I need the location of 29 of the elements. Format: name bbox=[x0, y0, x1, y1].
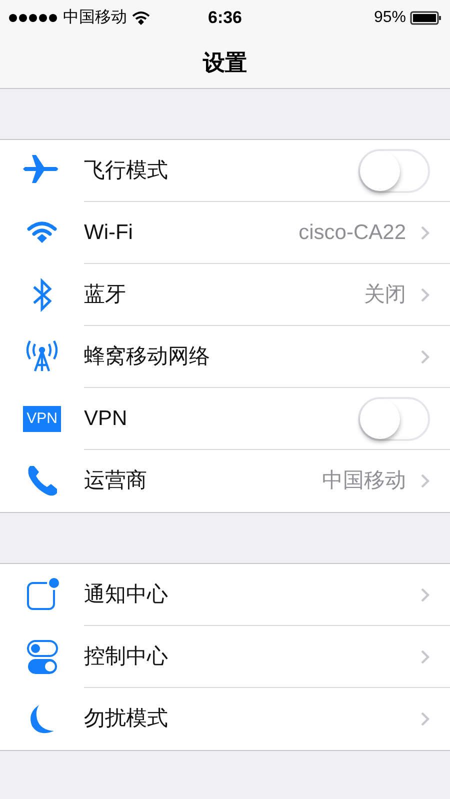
setting-label: 飞行模式 bbox=[84, 158, 169, 184]
chevron-icon bbox=[420, 224, 430, 240]
setting-label: 运营商 bbox=[84, 468, 148, 494]
carrier-name: 中国移动 bbox=[63, 8, 127, 28]
chevron-icon bbox=[420, 286, 430, 302]
toggle-switch[interactable] bbox=[358, 148, 430, 192]
battery-icon bbox=[410, 11, 442, 25]
setting-label: VPN bbox=[84, 406, 128, 432]
toggle-switch[interactable] bbox=[358, 396, 430, 440]
setting-label: 通知中心 bbox=[84, 582, 169, 608]
signal-icon bbox=[8, 13, 58, 23]
setting-label: 控制中心 bbox=[84, 644, 169, 670]
vpn-icon: VPN bbox=[22, 406, 62, 432]
setting-value: 关闭 bbox=[364, 282, 406, 308]
setting-value: cisco-CA22 bbox=[298, 220, 406, 246]
setting-label: 勿扰模式 bbox=[84, 706, 169, 732]
wifi-icon bbox=[132, 11, 150, 25]
chevron-icon bbox=[420, 473, 430, 489]
setting-value: 中国移动 bbox=[322, 468, 406, 494]
setting-label: 蓝牙 bbox=[84, 282, 127, 308]
setting-label: Wi-Fi bbox=[84, 220, 134, 246]
battery-percent: 95% bbox=[374, 8, 406, 28]
setting-label: 蜂窝移动网络 bbox=[84, 344, 211, 370]
clock-time: 6:36 bbox=[208, 7, 242, 30]
page-title: 设置 bbox=[203, 48, 247, 76]
chevron-icon bbox=[420, 348, 430, 364]
chevron-icon bbox=[420, 586, 430, 602]
chevron-icon bbox=[420, 648, 430, 664]
chevron-icon bbox=[420, 711, 430, 727]
